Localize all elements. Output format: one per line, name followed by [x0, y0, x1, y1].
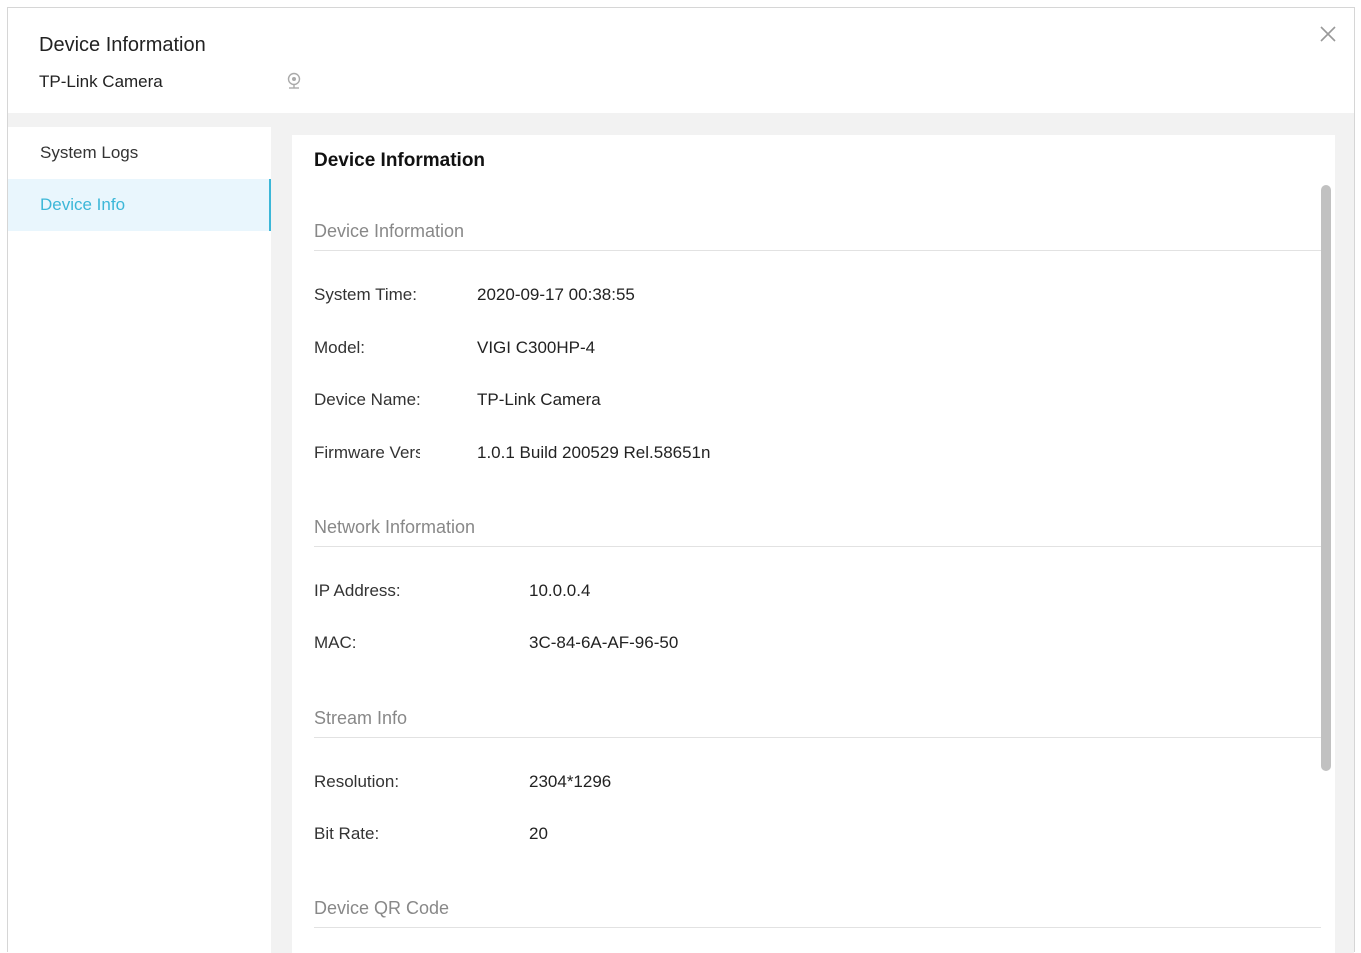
info-label: MAC: [314, 633, 357, 652]
panel-scrollbar[interactable] [1321, 185, 1331, 771]
info-value: 10.0.0.4 [529, 581, 591, 600]
info-label: Resolution: [314, 772, 400, 791]
info-value: 3C-84-6A-AF-96-50 [529, 633, 679, 652]
sidebar: System Logs Device Info [8, 127, 271, 953]
info-label: Model: [314, 338, 366, 357]
device-information-dialog: Device Information TP-Link Camera System… [7, 7, 1355, 953]
info-value: 2304*1296 [529, 772, 612, 791]
camera-icon [287, 72, 301, 89]
dialog-title: Device Information [39, 34, 206, 56]
section-title-network-information: Network Information [314, 517, 1321, 547]
info-label: Bit Rate: [314, 824, 380, 843]
info-label: IP Address: [314, 581, 401, 600]
panel-title: Device Information [314, 150, 486, 171]
info-label: System Time: [314, 285, 417, 304]
sidebar-item-device-info[interactable]: Device Info [8, 179, 271, 231]
info-value: 1.0.1 Build 200529 Rel.58651n [477, 443, 711, 462]
sidebar-item-system-logs[interactable]: System Logs [8, 127, 271, 179]
info-value: 20 [529, 824, 548, 843]
dialog-body: System Logs Device Info Device Informati… [8, 113, 1354, 953]
device-name-label: TP-Link Camera [39, 72, 163, 91]
section-title-device-qr-code: Device QR Code [314, 898, 1321, 928]
info-label: Firmware Version: [314, 443, 420, 462]
info-value: 2020-09-17 00:38:55 [477, 285, 635, 304]
info-label: Device Name: [314, 390, 421, 409]
close-icon[interactable] [1316, 22, 1340, 46]
info-value: TP-Link Camera [477, 390, 601, 409]
device-info-panel: Device Information Device Information Sy… [292, 135, 1335, 953]
dialog-header: Device Information TP-Link Camera [8, 8, 1354, 113]
section-title-device-information: Device Information [314, 221, 1321, 251]
info-value: VIGI C300HP-4 [477, 338, 596, 357]
section-title-stream-info: Stream Info [314, 708, 1321, 738]
